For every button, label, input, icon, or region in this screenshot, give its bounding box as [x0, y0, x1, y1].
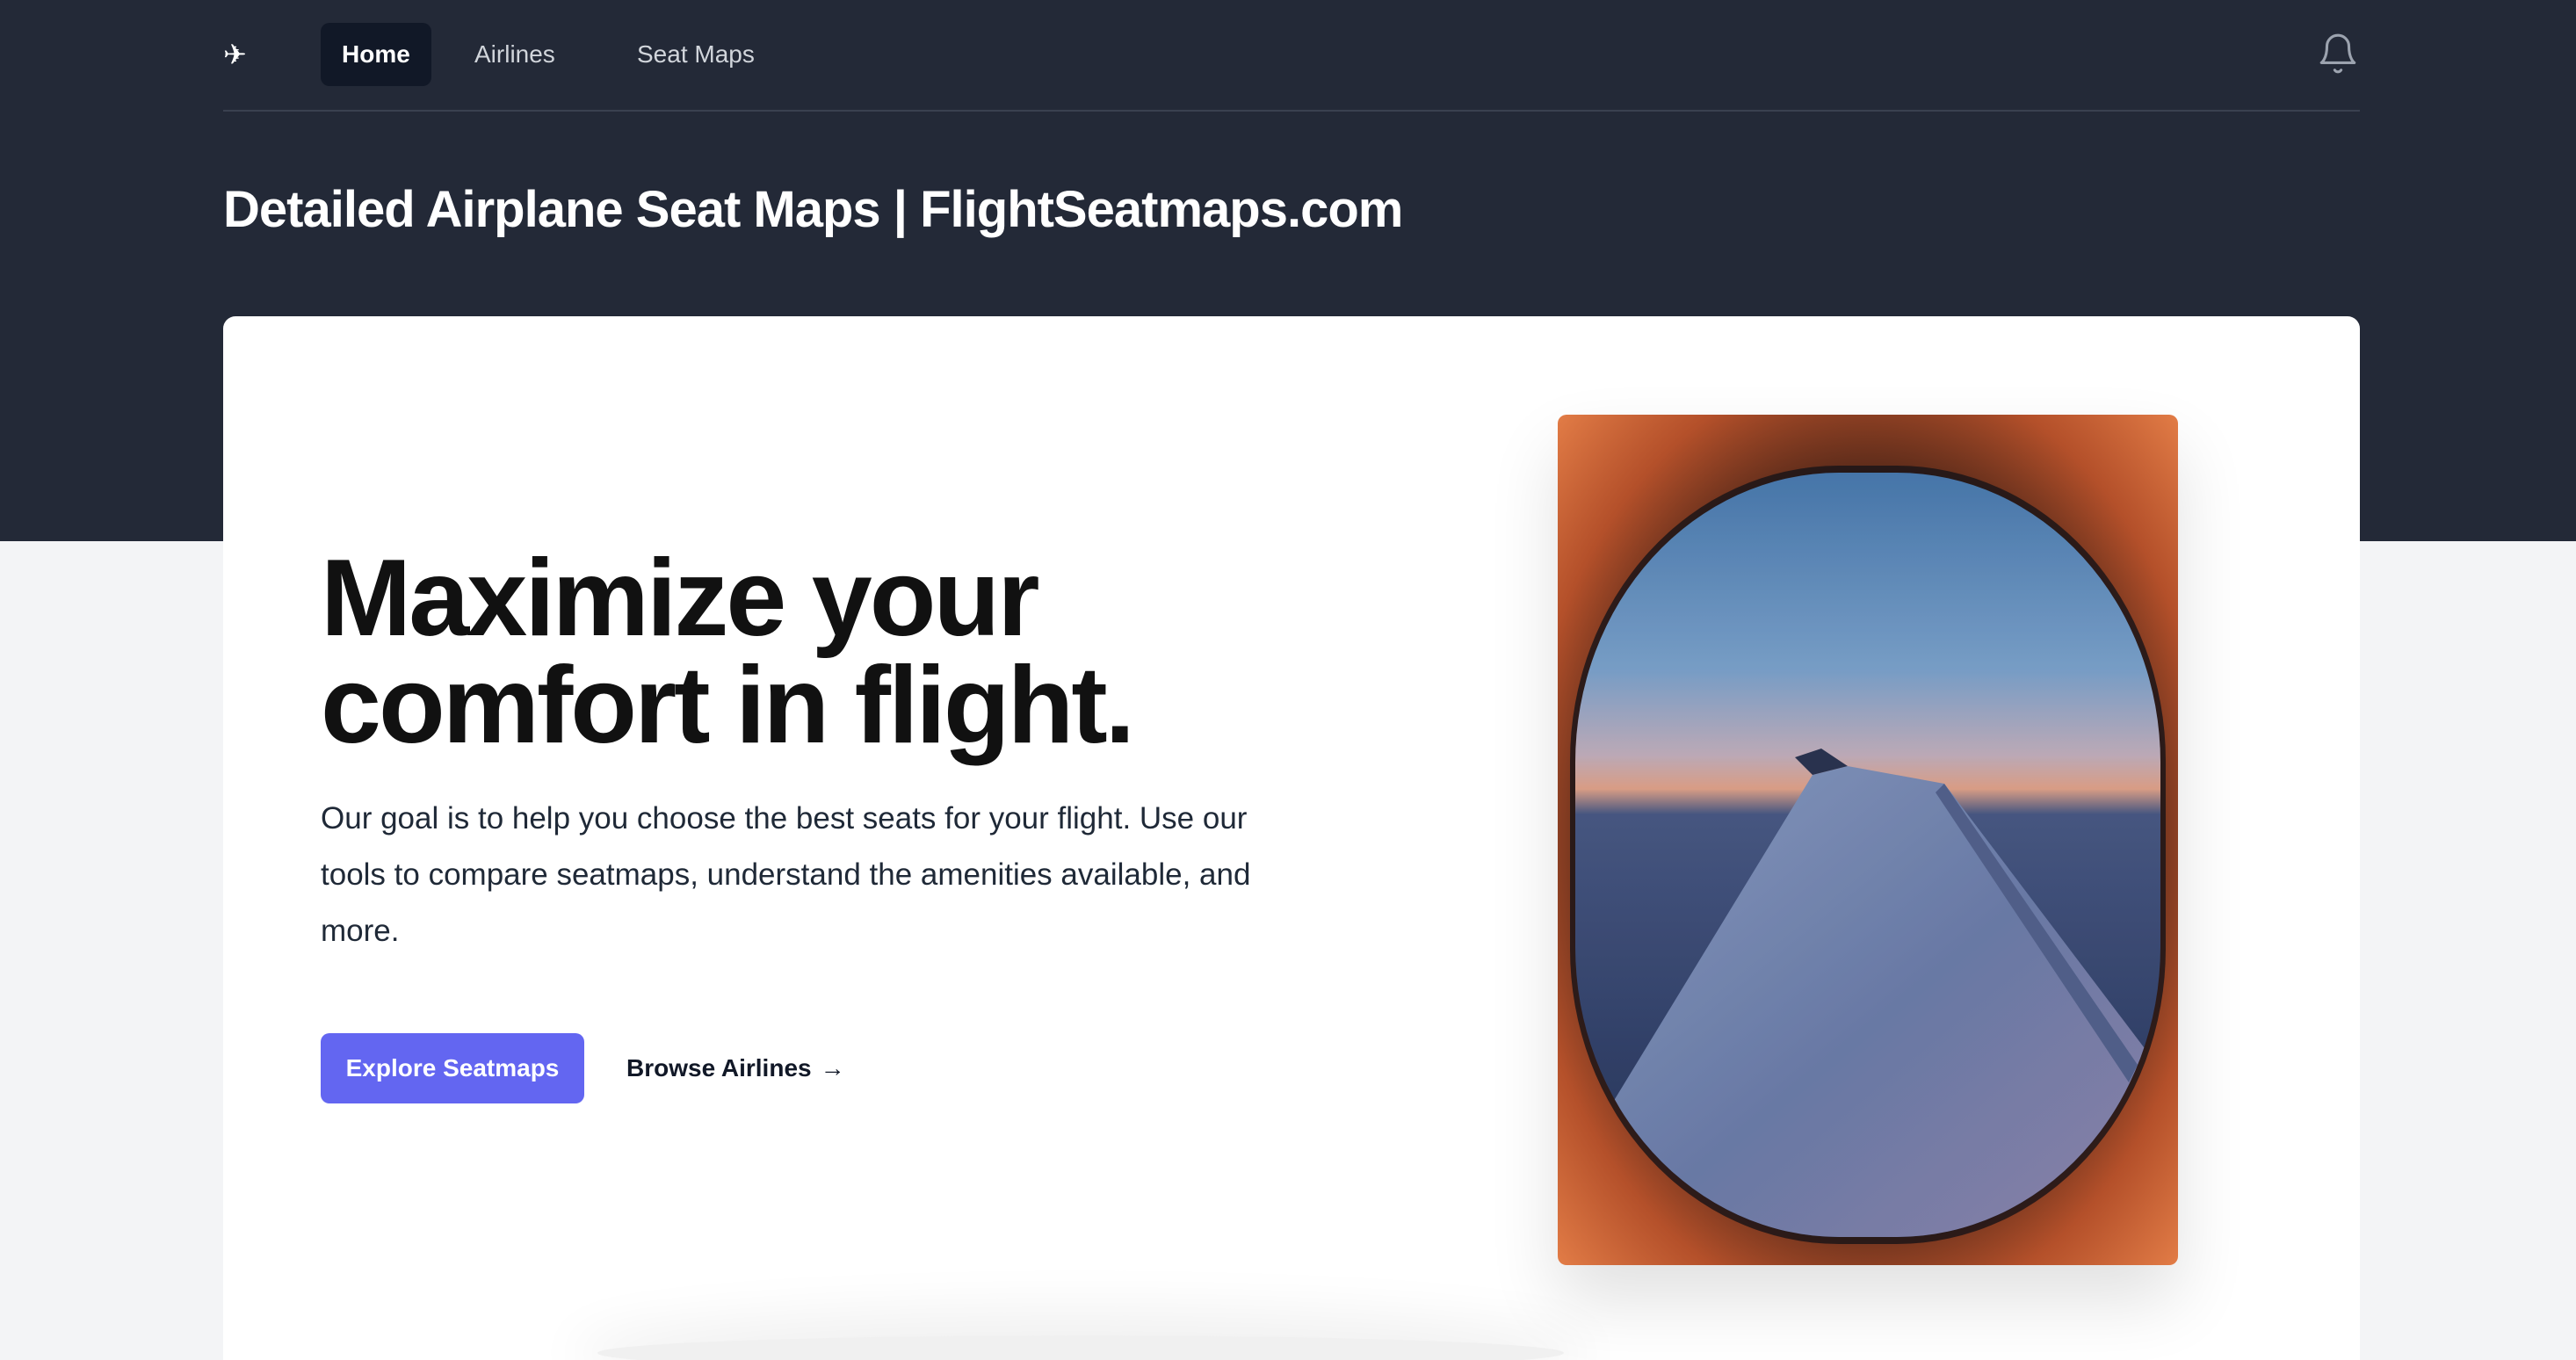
browse-airlines-link[interactable]: Browse Airlines → [626, 1033, 845, 1103]
nav-item-airlines[interactable]: Airlines [453, 23, 576, 86]
hero-heading-line-2: comfort in flight. [321, 645, 1135, 766]
nav-item-seat-maps[interactable]: Seat Maps [616, 23, 776, 86]
hero-card: Maximize your comfort in flight. Our goa… [223, 316, 2360, 1360]
hero-heading-line-1: Maximize your [321, 538, 1039, 659]
browse-airlines-label: Browse Airlines [626, 1054, 812, 1081]
top-navbar: ✈ Home Airlines Seat Maps [223, 0, 2360, 112]
arrow-right-icon: → [820, 1054, 845, 1081]
explore-seatmaps-button[interactable]: Explore Seatmaps [321, 1033, 584, 1103]
hero-heading: Maximize your comfort in flight. [321, 544, 1375, 760]
bell-icon[interactable] [2316, 32, 2360, 76]
nav-item-home[interactable]: Home [321, 23, 431, 86]
airplane-icon[interactable]: ✈ [223, 39, 253, 70]
page-title: Detailed Airplane Seat Maps | FlightSeat… [223, 181, 1403, 238]
hero-description: Our goal is to help you choose the best … [321, 801, 1251, 948]
airplane-window-image [1558, 415, 2178, 1265]
